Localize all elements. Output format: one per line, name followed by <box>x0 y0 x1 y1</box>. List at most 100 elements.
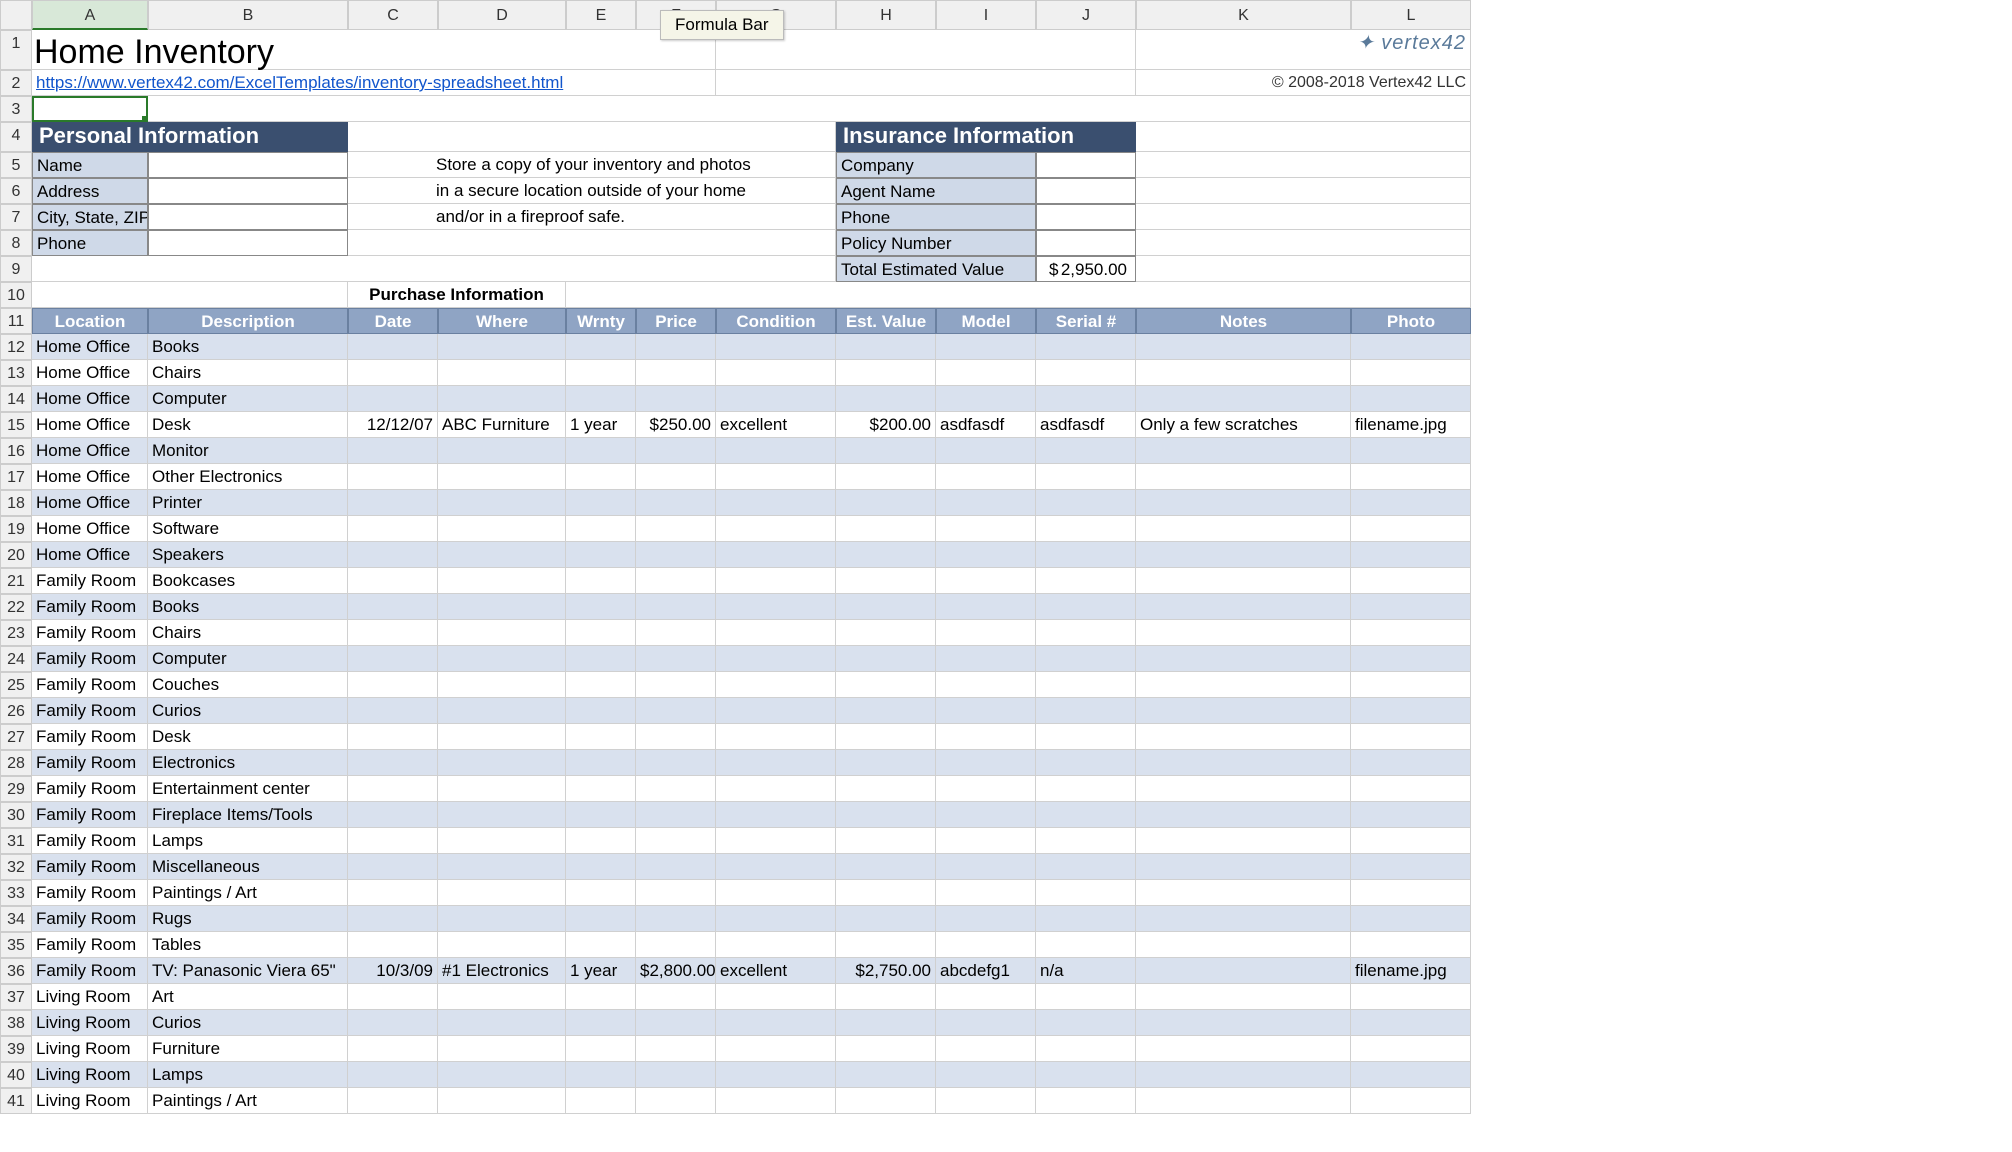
table-cell[interactable]: filename.jpg <box>1351 412 1471 438</box>
table-cell[interactable]: Family Room <box>32 698 148 724</box>
table-cell[interactable] <box>1036 750 1136 776</box>
table-cell[interactable] <box>438 724 566 750</box>
table-cell[interactable] <box>566 932 636 958</box>
table-cell[interactable] <box>836 802 936 828</box>
table-cell[interactable] <box>566 750 636 776</box>
table-cell[interactable] <box>1136 568 1351 594</box>
table-cell[interactable] <box>1036 776 1136 802</box>
table-cell[interactable]: Lamps <box>148 1062 348 1088</box>
table-cell[interactable] <box>348 464 438 490</box>
table-cell[interactable] <box>1351 568 1471 594</box>
table-cell[interactable] <box>836 1010 936 1036</box>
table-cell[interactable] <box>1136 854 1351 880</box>
input-policy[interactable] <box>1036 230 1136 256</box>
table-cell[interactable] <box>716 750 836 776</box>
table-cell[interactable]: Chairs <box>148 620 348 646</box>
table-cell[interactable]: Only a few scratches <box>1136 412 1351 438</box>
table-cell[interactable] <box>348 672 438 698</box>
table-cell[interactable] <box>836 906 936 932</box>
table-cell[interactable] <box>636 724 716 750</box>
table-cell[interactable] <box>1351 984 1471 1010</box>
template-link[interactable]: https://www.vertex42.com/ExcelTemplates/… <box>32 70 716 96</box>
row-header-14[interactable]: 14 <box>0 386 32 412</box>
table-cell[interactable]: 10/3/09 <box>348 958 438 984</box>
table-cell[interactable] <box>1136 698 1351 724</box>
table-cell[interactable] <box>438 542 566 568</box>
table-cell[interactable] <box>936 1088 1036 1114</box>
col-header-b[interactable]: B <box>148 0 348 30</box>
table-cell[interactable] <box>1036 828 1136 854</box>
row-header-29[interactable]: 29 <box>0 776 32 802</box>
table-cell[interactable]: Paintings / Art <box>148 1088 348 1114</box>
table-cell[interactable] <box>636 828 716 854</box>
table-cell[interactable]: Family Room <box>32 724 148 750</box>
table-cell[interactable] <box>438 776 566 802</box>
table-cell[interactable] <box>1036 672 1136 698</box>
table-cell[interactable]: Books <box>148 334 348 360</box>
table-cell[interactable] <box>836 984 936 1010</box>
table-cell[interactable]: Bookcases <box>148 568 348 594</box>
table-cell[interactable] <box>566 360 636 386</box>
table-cell[interactable] <box>438 490 566 516</box>
table-cell[interactable] <box>836 698 936 724</box>
table-cell[interactable] <box>716 906 836 932</box>
row-header-20[interactable]: 20 <box>0 542 32 568</box>
table-cell[interactable] <box>836 360 936 386</box>
table-cell[interactable] <box>716 438 836 464</box>
row-header-2[interactable]: 2 <box>0 70 32 96</box>
table-cell[interactable] <box>1351 646 1471 672</box>
th-where[interactable]: Where <box>438 308 566 334</box>
table-cell[interactable] <box>1136 620 1351 646</box>
table-cell[interactable] <box>566 542 636 568</box>
table-cell[interactable]: Family Room <box>32 646 148 672</box>
input-company[interactable] <box>1036 152 1136 178</box>
table-cell[interactable]: Entertainment center <box>148 776 348 802</box>
table-cell[interactable]: Home Office <box>32 542 148 568</box>
table-cell[interactable] <box>716 698 836 724</box>
table-cell[interactable] <box>836 1036 936 1062</box>
table-cell[interactable] <box>936 880 1036 906</box>
table-cell[interactable]: Family Room <box>32 802 148 828</box>
table-cell[interactable]: Home Office <box>32 438 148 464</box>
th-description[interactable]: Description <box>148 308 348 334</box>
table-cell[interactable] <box>1136 1036 1351 1062</box>
table-cell[interactable]: n/a <box>1036 958 1136 984</box>
table-cell[interactable] <box>716 1036 836 1062</box>
table-cell[interactable]: Computer <box>148 386 348 412</box>
table-cell[interactable] <box>1036 594 1136 620</box>
table-cell[interactable]: Living Room <box>32 1010 148 1036</box>
table-cell[interactable] <box>636 568 716 594</box>
row-header-15[interactable]: 15 <box>0 412 32 438</box>
row-header-34[interactable]: 34 <box>0 906 32 932</box>
row-header-17[interactable]: 17 <box>0 464 32 490</box>
table-cell[interactable] <box>636 334 716 360</box>
table-cell[interactable]: 1 year <box>566 958 636 984</box>
selected-cell-a3[interactable] <box>32 96 148 122</box>
table-cell[interactable] <box>636 438 716 464</box>
table-cell[interactable]: Family Room <box>32 906 148 932</box>
table-cell[interactable] <box>348 724 438 750</box>
table-cell[interactable] <box>716 646 836 672</box>
table-cell[interactable] <box>1351 724 1471 750</box>
table-cell[interactable] <box>636 906 716 932</box>
row-header-1[interactable]: 1 <box>0 30 32 70</box>
row-header-39[interactable]: 39 <box>0 1036 32 1062</box>
table-cell[interactable] <box>348 828 438 854</box>
table-cell[interactable] <box>936 646 1036 672</box>
table-cell[interactable] <box>1351 776 1471 802</box>
table-cell[interactable] <box>936 1010 1036 1036</box>
table-cell[interactable]: #1 Electronics <box>438 958 566 984</box>
table-cell[interactable]: excellent <box>716 958 836 984</box>
col-header-e[interactable]: E <box>566 0 636 30</box>
table-cell[interactable] <box>716 724 836 750</box>
table-cell[interactable] <box>936 1036 1036 1062</box>
row-header-13[interactable]: 13 <box>0 360 32 386</box>
table-cell[interactable] <box>348 360 438 386</box>
table-cell[interactable] <box>1136 542 1351 568</box>
input-ins-phone[interactable] <box>1036 204 1136 230</box>
col-header-a[interactable]: A <box>32 0 148 30</box>
table-cell[interactable] <box>936 906 1036 932</box>
table-cell[interactable] <box>1136 672 1351 698</box>
table-cell[interactable]: Family Room <box>32 672 148 698</box>
table-cell[interactable]: excellent <box>716 412 836 438</box>
